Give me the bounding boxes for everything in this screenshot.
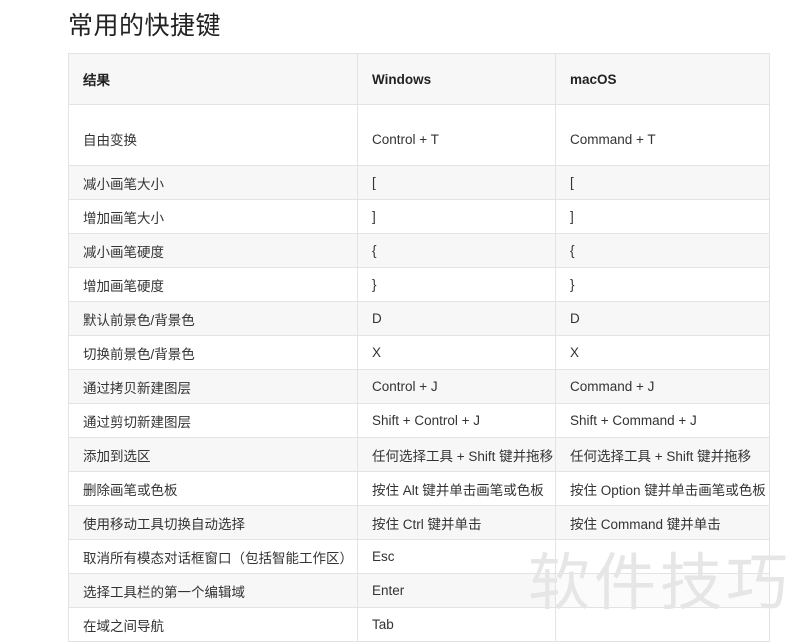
cell-macos [555, 573, 770, 608]
cell-macos: [ [555, 165, 770, 200]
cell-result: 在域之间导航 [68, 607, 358, 642]
cell-windows: X [357, 335, 556, 370]
table-row: 通过剪切新建图层 Shift + Control + J Shift + Com… [68, 403, 770, 438]
shortcuts-table: 结果 Windows macOS 自由变换 Control + T Comman… [68, 53, 770, 642]
cell-macos: 按住 Command 键并单击 [555, 505, 770, 540]
cell-result: 默认前景色/背景色 [68, 301, 358, 336]
cell-windows: Esc [357, 539, 556, 574]
cell-macos: Command + T [555, 104, 770, 166]
cell-windows: Shift + Control + J [357, 403, 556, 438]
cell-macos: ] [555, 199, 770, 234]
table-row: 自由变换 Control + T Command + T [68, 104, 770, 166]
cell-result: 添加到选区 [68, 437, 358, 472]
cell-macos: 按住 Option 键并单击画笔或色板 [555, 471, 770, 506]
table-row: 添加到选区 任何选择工具 + Shift 键并拖移 任何选择工具 + Shift… [68, 437, 770, 472]
cell-result: 切换前景色/背景色 [68, 335, 358, 370]
cell-macos: D [555, 301, 770, 336]
cell-windows: 按住 Ctrl 键并单击 [357, 505, 556, 540]
table-body: 自由变换 Control + T Command + T 减小画笔大小 [ [ … [68, 104, 770, 642]
cell-result: 增加画笔大小 [68, 199, 358, 234]
cell-result: 通过剪切新建图层 [68, 403, 358, 438]
table-row: 通过拷贝新建图层 Control + J Command + J [68, 369, 770, 404]
table-row: 增加画笔硬度 } } [68, 267, 770, 302]
cell-result: 取消所有模态对话框窗口（包括智能工作区） [68, 539, 358, 574]
cell-result: 通过拷贝新建图层 [68, 369, 358, 404]
table-row: 增加画笔大小 ] ] [68, 199, 770, 234]
column-header-windows: Windows [357, 53, 556, 105]
cell-windows: 按住 Alt 键并单击画笔或色板 [357, 471, 556, 506]
cell-macos: X [555, 335, 770, 370]
table-header-row: 结果 Windows macOS [68, 53, 770, 105]
table-row: 选择工具栏的第一个编辑域 Enter [68, 573, 770, 608]
cell-macos: Command + J [555, 369, 770, 404]
cell-result: 增加画笔硬度 [68, 267, 358, 302]
table-row: 减小画笔硬度 { { [68, 233, 770, 268]
cell-result: 自由变换 [68, 104, 358, 166]
cell-windows: Control + J [357, 369, 556, 404]
cell-macos: Shift + Command + J [555, 403, 770, 438]
shortcuts-page: 常用的快捷键 软件技巧 结果 Windows macOS 自由变换 Contro… [0, 0, 800, 644]
cell-result: 减小画笔大小 [68, 165, 358, 200]
table-row: 切换前景色/背景色 X X [68, 335, 770, 370]
cell-result: 删除画笔或色板 [68, 471, 358, 506]
table-row: 删除画笔或色板 按住 Alt 键并单击画笔或色板 按住 Option 键并单击画… [68, 471, 770, 506]
table-row: 减小画笔大小 [ [ [68, 165, 770, 200]
table-row: 默认前景色/背景色 D D [68, 301, 770, 336]
table-row: 使用移动工具切换自动选择 按住 Ctrl 键并单击 按住 Command 键并单… [68, 505, 770, 540]
table-head: 结果 Windows macOS [68, 53, 770, 105]
table-row: 取消所有模态对话框窗口（包括智能工作区） Esc [68, 539, 770, 574]
cell-windows: [ [357, 165, 556, 200]
cell-macos: } [555, 267, 770, 302]
cell-windows: Enter [357, 573, 556, 608]
column-header-macos: macOS [555, 53, 770, 105]
cell-macos: 任何选择工具 + Shift 键并拖移 [555, 437, 770, 472]
column-header-result: 结果 [68, 53, 358, 105]
cell-windows: { [357, 233, 556, 268]
cell-windows: D [357, 301, 556, 336]
shortcuts-table-container: 结果 Windows macOS 自由变换 Control + T Comman… [68, 53, 770, 642]
cell-windows: Tab [357, 607, 556, 642]
cell-windows: } [357, 267, 556, 302]
cell-macos [555, 607, 770, 642]
cell-result: 使用移动工具切换自动选择 [68, 505, 358, 540]
cell-macos [555, 539, 770, 574]
cell-macos: { [555, 233, 770, 268]
table-row: 在域之间导航 Tab [68, 607, 770, 642]
page-title: 常用的快捷键 [68, 12, 222, 40]
cell-result: 选择工具栏的第一个编辑域 [68, 573, 358, 608]
cell-windows: 任何选择工具 + Shift 键并拖移 [357, 437, 556, 472]
cell-result: 减小画笔硬度 [68, 233, 358, 268]
cell-windows: Control + T [357, 104, 556, 166]
cell-windows: ] [357, 199, 556, 234]
